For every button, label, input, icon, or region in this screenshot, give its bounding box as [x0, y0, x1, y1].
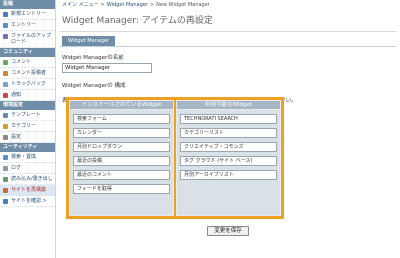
commenter-icon [3, 70, 8, 76]
comment-icon [3, 59, 8, 65]
main-content: メイン メニュー > Widget Manager > New Widget M… [60, 0, 396, 258]
entries-icon [3, 22, 8, 28]
sidebar-item-label: ファイルのアップロード [11, 33, 52, 45]
log-icon [3, 165, 8, 171]
breadcrumb-separator: > [149, 2, 155, 8]
available-widgets-column[interactable]: 利用可能なWidget TECHNORATI SEARCH カテゴリーリスト クリエ… [176, 100, 281, 216]
sidebar-item-label: コメント [11, 59, 32, 65]
sidebar: 投稿新規エントリー エントリーファイルのアップロードコミュニティコメントコメント投… [0, 0, 56, 258]
sidebar-section-header: コミュニティ [0, 48, 55, 57]
sidebar-item[interactable]: 読み込み/書き出し [0, 174, 55, 185]
save-area: 変更を保存 [60, 226, 396, 236]
sidebar-item[interactable]: 検索・置換 [0, 152, 55, 163]
rebuild-icon [3, 187, 8, 193]
installed-widgets-column[interactable]: インストールされているWidget 検索フォーム カレンダー月別ドロップダウン 最近… [69, 100, 174, 216]
sidebar-item-label: カテゴリー [11, 123, 37, 129]
composition-label: Widget Managerの 構成 [62, 83, 126, 89]
breadcrumb-widget-manager[interactable]: Widget Manager [107, 0, 148, 10]
trackback-icon [3, 81, 8, 87]
import-export-icon [3, 176, 8, 182]
sidebar-item[interactable]: コメント [0, 57, 55, 68]
page-title: Widget Manager: アイテムの再設定 [60, 10, 396, 32]
sidebar-item-label: 読み込み/書き出し [11, 176, 53, 182]
settings-icon [3, 134, 8, 140]
sidebar-item[interactable]: 通知 [0, 90, 55, 101]
breadcrumb-separator: > [100, 2, 105, 8]
name-input[interactable] [62, 63, 152, 73]
available-widgets-header: 利用可能なWidget [177, 101, 280, 110]
sidebar-item-label: ログ [11, 165, 22, 171]
sidebar-item[interactable]: トラックバック [0, 79, 55, 90]
name-field-label: Widget Managerの名前 [62, 55, 124, 61]
view-site-icon [3, 198, 8, 204]
upload-icon [3, 33, 8, 39]
category-icon [3, 123, 8, 129]
sidebar-item-label: 検索・置換 [11, 154, 37, 160]
tab-widget-manager[interactable]: Widget Manager [62, 36, 116, 46]
breadcrumb-main-menu[interactable]: メイン メニュー [62, 0, 99, 10]
available-widget-item[interactable]: タグ クラウド (サイト ベース) [180, 156, 277, 166]
sidebar-item-label: 通知 [11, 92, 22, 98]
sidebar-item[interactable]: コメント投稿者 [0, 68, 55, 79]
sidebar-item-label: 新規エントリー [11, 11, 47, 17]
sidebar-item-label: サイトを確認 > [11, 198, 47, 204]
sidebar-item[interactable]: サイトを確認 > [0, 196, 55, 207]
available-widget-item[interactable]: クリエイティブ・コモンズ [180, 142, 277, 152]
sidebar-section-header: 投稿 [0, 0, 55, 9]
installed-widgets-list[interactable]: 検索フォーム カレンダー月別ドロップダウン 最近の投稿最近のコメント フィードを取得 [70, 110, 173, 215]
available-widgets-list[interactable]: TECHNORATI SEARCH カテゴリーリスト クリエイティブ・コモンズ タグ … [177, 110, 280, 215]
notification-icon [3, 92, 8, 98]
installed-widget-item[interactable]: 最近のコメント [73, 170, 170, 180]
widget-drag-area: インストールされているWidget 検索フォーム カレンダー月別ドロップダウン 最近… [66, 97, 284, 219]
save-changes-button[interactable]: 変更を保存 [207, 226, 249, 236]
new-entry-icon [3, 11, 8, 17]
installed-widget-item[interactable]: 最近の投稿 [73, 156, 170, 166]
installed-widget-item[interactable]: カレンダー [73, 128, 170, 138]
sidebar-item-label: サイトを再構築 [11, 187, 47, 193]
sidebar-item[interactable]: ファイルのアップロード [0, 31, 55, 48]
sidebar-item-label: トラックバック [11, 81, 46, 87]
installed-widgets-header: インストールされているWidget [70, 101, 173, 110]
breadcrumb: メイン メニュー > Widget Manager > New Widget M… [60, 0, 396, 10]
breadcrumb-current: New Widget Manager [156, 2, 210, 8]
sidebar-item-label: テンプレート [11, 112, 41, 118]
sidebar-item[interactable]: カテゴリー [0, 121, 55, 132]
available-widget-item[interactable]: カテゴリーリスト [180, 128, 277, 138]
installed-widget-item[interactable]: 月別ドロップダウン [73, 142, 170, 152]
sidebar-section-header: 環境設定 [0, 101, 55, 110]
sidebar-item-label: コメント投稿者 [11, 70, 47, 76]
installed-widget-item[interactable]: 検索フォーム [73, 114, 170, 124]
available-widget-item[interactable]: 月別アーカイブリスト [180, 170, 277, 180]
available-widget-item[interactable]: TECHNORATI SEARCH [180, 114, 277, 124]
sidebar-section-header: ユーティリティ [0, 143, 55, 152]
tab-bar: Widget Manager [60, 36, 396, 47]
sidebar-item-label: エントリー [11, 22, 37, 28]
sidebar-item-label: 設定 [11, 134, 22, 140]
search-icon [3, 154, 8, 160]
sidebar-item[interactable]: 設定 [0, 132, 55, 143]
installed-widget-item[interactable]: フィードを取得 [73, 184, 170, 194]
sidebar-item[interactable]: エントリー [0, 20, 55, 31]
sidebar-item[interactable]: 新規エントリー [0, 9, 55, 20]
sidebar-item[interactable]: テンプレート [0, 110, 55, 121]
template-icon [3, 112, 8, 118]
sidebar-item[interactable]: ログ [0, 163, 55, 174]
sidebar-item[interactable]: サイトを再構築 [0, 185, 55, 196]
